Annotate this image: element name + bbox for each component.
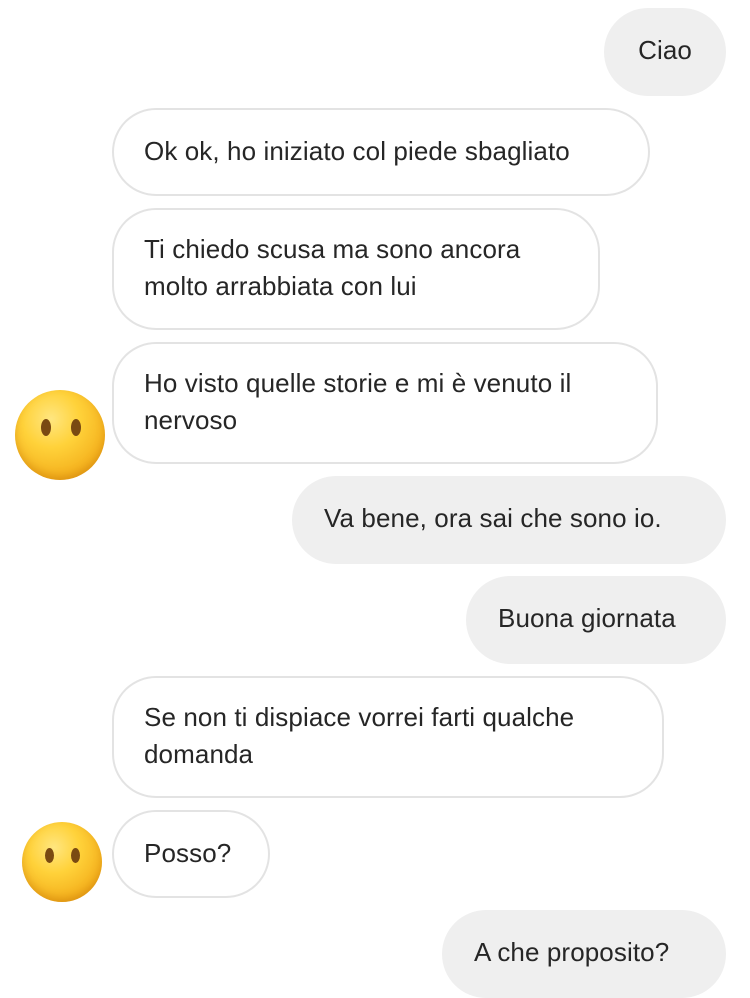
emoji-right-eye xyxy=(71,419,81,436)
sender-avatar-emoji[interactable] xyxy=(22,822,102,902)
sender-avatar-emoji[interactable] xyxy=(15,390,105,480)
message-text: Ti chiedo scusa ma sono ancora molto arr… xyxy=(144,234,521,301)
message-sent[interactable]: Ciao xyxy=(604,8,726,96)
emoji-left-eye xyxy=(45,848,54,863)
message-text: Ho visto quelle storie e mi è venuto il … xyxy=(144,368,572,435)
message-text: Buona giornata xyxy=(498,603,676,633)
message-sent[interactable]: A che proposito? xyxy=(442,910,726,998)
message-received[interactable]: Ho visto quelle storie e mi è venuto il … xyxy=(112,342,658,464)
message-text: A che proposito? xyxy=(474,937,670,967)
message-text: Va bene, ora sai che sono io. xyxy=(324,503,662,533)
message-sent[interactable]: Va bene, ora sai che sono io. xyxy=(292,476,726,564)
emoji-right-eye xyxy=(71,848,80,863)
message-received[interactable]: Se non ti dispiace vorrei farti qualche … xyxy=(112,676,664,798)
message-sent[interactable]: Buona giornata xyxy=(466,576,726,664)
message-received[interactable]: Ok ok, ho iniziato col piede sbagliato xyxy=(112,108,650,196)
message-text: Ciao xyxy=(638,35,692,65)
message-received[interactable]: Ti chiedo scusa ma sono ancora molto arr… xyxy=(112,208,600,330)
message-text: Se non ti dispiace vorrei farti qualche … xyxy=(144,702,575,769)
message-text: Ok ok, ho iniziato col piede sbagliato xyxy=(144,136,570,166)
message-text: Posso? xyxy=(144,838,232,868)
message-received[interactable]: Posso? xyxy=(112,810,270,898)
emoji-left-eye xyxy=(41,419,51,436)
